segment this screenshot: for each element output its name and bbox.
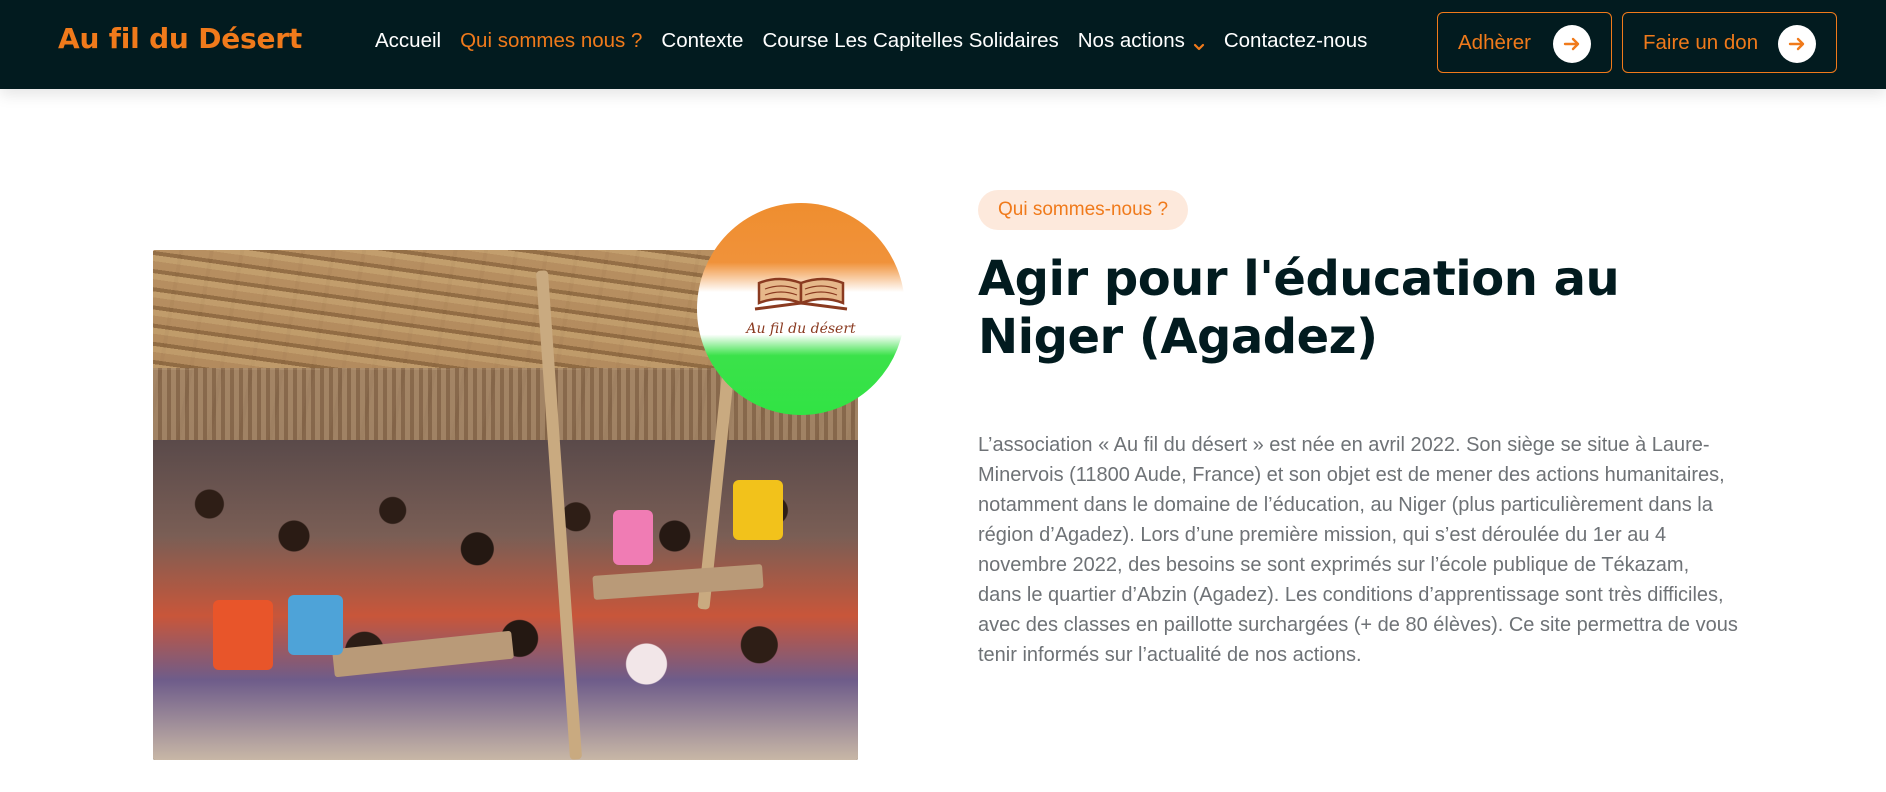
page-title: Agir pour l'éducation au Niger (Agadez) (978, 251, 1620, 365)
photo-shirt (213, 600, 273, 670)
photo-shirt (733, 480, 783, 540)
open-book-icon (754, 277, 848, 311)
arrow-right-icon (1553, 25, 1591, 63)
nav-item-label: Contexte (661, 29, 744, 52)
adherer-button[interactable]: Adhèrer (1437, 12, 1612, 73)
nav-item-accueil[interactable]: Accueil (375, 29, 441, 53)
section-tag: Qui sommes-nous ? (978, 190, 1189, 230)
nav-item-label: Contactez-nous (1223, 29, 1368, 52)
logo-script-text: Au fil du désert (746, 321, 856, 337)
nav-item-label: Accueil (375, 29, 442, 52)
nav-item-contactez-nous[interactable]: Contactez-nous (1224, 29, 1368, 53)
adherer-button-label: Adhèrer (1458, 30, 1531, 54)
chevron-down-icon (1193, 35, 1205, 51)
nav-item-label: Qui sommes nous ? (460, 29, 643, 52)
nav-item-label: Nos actions (1077, 29, 1185, 52)
nav-item-course[interactable]: Course Les Capitelles Solidaires (762, 29, 1058, 53)
nav-item-nos-actions[interactable]: Nos actions (1078, 29, 1205, 53)
photo-shirt (613, 510, 653, 565)
faire-un-don-button-label: Faire un don (1643, 30, 1759, 54)
nav-item-label: Course Les Capitelles Solidaires (762, 29, 1059, 52)
arrow-right-icon (1778, 25, 1816, 63)
photo-shirt (288, 595, 343, 655)
nav-item-contexte[interactable]: Contexte (661, 29, 743, 53)
site-header: Au fil du Désert Accueil Qui sommes nous… (0, 0, 1886, 89)
intro-paragraph: L’association « Au fil du désert » est n… (978, 434, 1738, 666)
main-nav: Accueil Qui sommes nous ? Contexte Cours… (375, 29, 1386, 53)
site-logo-text[interactable]: Au fil du Désert (58, 22, 302, 55)
association-logo: Au fil du désert (697, 203, 905, 415)
faire-un-don-button[interactable]: Faire un don (1622, 12, 1837, 73)
nav-item-qui-sommes-nous[interactable]: Qui sommes nous ? (460, 29, 642, 53)
